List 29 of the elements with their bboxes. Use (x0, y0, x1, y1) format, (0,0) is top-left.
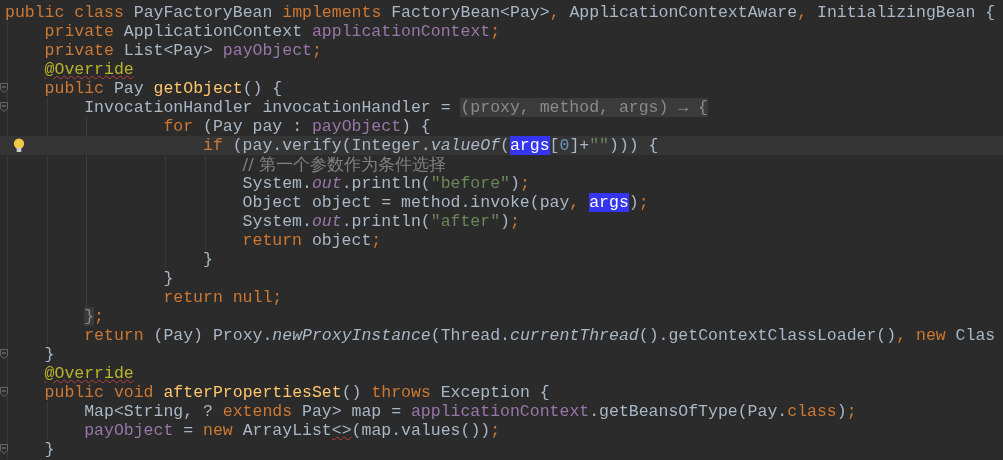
code-line: payObject = new ArrayList<>(map.values()); (84, 421, 501, 440)
code-line: return (Pay) Proxy.newProxyInstance(Thread.currentThread().getContextClassLoader(), new Clas (84, 326, 996, 345)
code-line: private ApplicationContext applicationContext; (44, 22, 501, 41)
code-line: public class PayFactoryBean implements FactoryBean<Pay>, ApplicationContextAware, InitializingBean { (5, 3, 996, 22)
fold-icon[interactable] (0, 387, 8, 397)
code-line: } (203, 250, 213, 269)
code-line: Map<String, ? extends Pay> map = applicationContext.getBeansOfType(Pay.class); (84, 402, 857, 421)
lightbulb-icon[interactable] (13, 138, 25, 153)
code-line: return object; (242, 231, 382, 250)
fold-icon[interactable] (0, 83, 8, 93)
code-line: return null; (163, 288, 283, 307)
code-line: for (Pay pay : payObject) { (163, 117, 431, 136)
code-line: @Override (44, 60, 134, 79)
code-line: // 第一个参数作为条件选择 (242, 155, 446, 174)
code-line: Object object = method.invoke(pay, args); (242, 193, 649, 212)
code-line: @Override (44, 364, 134, 383)
code-line: System.out.println("before"); (242, 174, 530, 193)
code-line: } (44, 345, 55, 364)
code-line: if (pay.verify(Integer.valueOf(args[0]+""))) { (203, 136, 659, 155)
code-line: private List<Pay> payObject; (44, 41, 322, 60)
fold-icon[interactable] (0, 102, 8, 112)
code-line: public Pay getObject() { (44, 79, 283, 98)
code-line: public void afterPropertiesSet() throws Exception { (44, 383, 550, 402)
fold-icon[interactable] (0, 349, 8, 359)
code-line: } (163, 269, 174, 288)
code-line: System.out.println("after"); (242, 212, 520, 231)
code-line: } (44, 440, 55, 459)
fold-icon[interactable] (0, 444, 8, 454)
code-line: InvocationHandler invocationHandler = (proxy, method, args) → { (84, 98, 708, 117)
